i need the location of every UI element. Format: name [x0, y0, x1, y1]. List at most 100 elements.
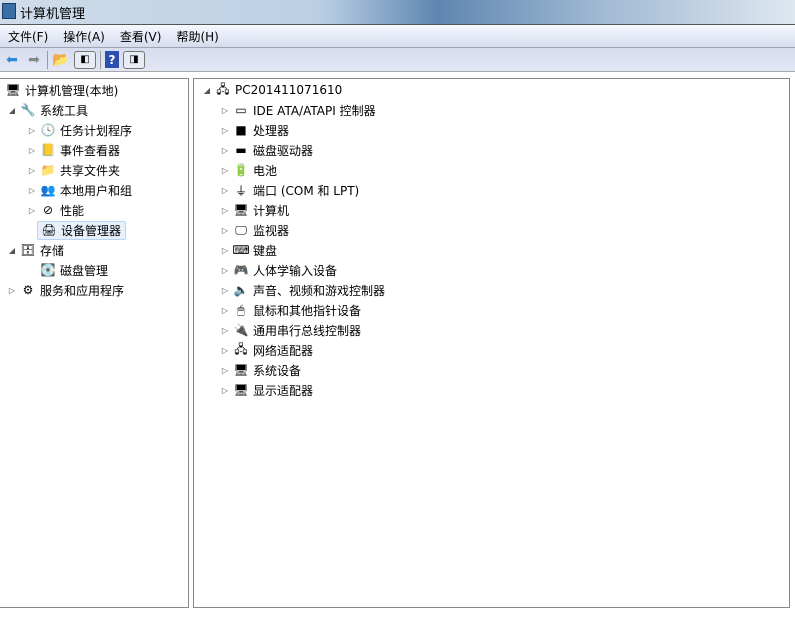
menu-action[interactable]: 操作(A) — [55, 28, 112, 45]
console-tree-item[interactable]: ◢ 🗄 存储 — [7, 240, 64, 260]
console-tree-item[interactable]: ◢ 🔧 系统工具 — [7, 100, 88, 120]
expander-icon[interactable]: ▷ — [220, 246, 230, 255]
tree-item-label: 共享文件夹 — [60, 163, 121, 178]
device-category-label: 监视器 — [253, 223, 290, 238]
expander-icon[interactable]: ▷ — [27, 126, 37, 135]
device-category[interactable]: ▷ 🖥 显示适配器 — [220, 380, 313, 400]
console-tree-item[interactable]: ▷ ⊘ 性能 — [27, 200, 84, 220]
console-tree-item[interactable]: ▷ 👥 本地用户和组 — [27, 180, 132, 200]
device-category[interactable]: ▷ ⌨ 键盘 — [220, 240, 277, 260]
monitor-icon: 🖵 — [235, 222, 247, 237]
window-title: 计算机管理 — [20, 7, 86, 22]
device-category-label: 系统设备 — [253, 363, 302, 378]
menu-help[interactable]: 帮助(H) — [168, 28, 225, 45]
show-hide-action-pane-icon[interactable]: ◨ — [123, 50, 145, 69]
menu-file[interactable]: 文件(F) — [0, 28, 55, 45]
console-tree-item[interactable]: ▷ 🕓 任务计划程序 — [27, 120, 132, 140]
tree-item-label: 存储 — [40, 243, 65, 258]
expander-icon[interactable]: ▷ — [27, 166, 37, 175]
menu-view[interactable]: 查看(V) — [112, 28, 169, 45]
system-device-icon: 🖥 — [233, 363, 249, 377]
device-category[interactable]: ▷ 🖥 系统设备 — [220, 360, 301, 380]
console-tree[interactable]: 🖥 计算机管理(本地) ◢ 🔧 系统工具 ▷ 🕓 任务计划程序 ▷ 📒 事件查看器 ▷ 📁 共享文件夹 ▷ 👥… — [0, 78, 189, 608]
device-category[interactable]: ▷ 🖥 计算机 — [220, 200, 289, 220]
toolbar: ⬅ ➡ 📂 ◧ ? ◨ — [0, 48, 795, 72]
tree-item-label: 性能 — [60, 203, 85, 218]
expander-icon[interactable]: ▷ — [220, 126, 230, 135]
expander-icon[interactable]: ▷ — [220, 186, 230, 195]
console-tree-item[interactable]: 🖨 设备管理器 — [27, 220, 127, 240]
expander-icon[interactable]: ▷ — [220, 306, 230, 315]
device-category[interactable]: ▷ 🔋 电池 — [220, 160, 277, 180]
expander-icon[interactable]: ◢ — [202, 86, 212, 95]
console-tree-item[interactable]: ▷ 📁 共享文件夹 — [27, 160, 120, 180]
tree-item-label: 事件查看器 — [60, 143, 121, 158]
device-category-label: 端口 (COM 和 LPT) — [253, 183, 360, 198]
expander-icon[interactable]: ▷ — [27, 146, 37, 155]
device-category-label: 网络适配器 — [253, 343, 314, 358]
device-category-label: 电池 — [253, 163, 278, 178]
expander-icon[interactable]: ◢ — [7, 106, 17, 115]
device-category[interactable]: ▷ 🎮 人体学输入设备 — [220, 260, 337, 280]
help-icon[interactable]: ? — [105, 51, 119, 68]
device-category[interactable]: ▷ ▭ IDE ATA/ATAPI 控制器 — [220, 100, 376, 120]
app-icon — [2, 3, 16, 19]
tools-icon: 🔧 — [20, 103, 36, 117]
device-category[interactable]: ▷ 🔌 通用串行总线控制器 — [220, 320, 361, 340]
expander-icon[interactable]: ▷ — [220, 166, 230, 175]
expander-icon[interactable]: ▷ — [7, 286, 17, 295]
processor-icon: ■ — [235, 123, 247, 137]
expander-icon[interactable]: ▷ — [220, 326, 230, 335]
battery-icon: 🔋 — [233, 163, 249, 177]
forward-icon[interactable]: ➡ — [25, 51, 43, 69]
hid-icon: 🎮 — [233, 263, 249, 277]
computer-name: PC201411071610 — [235, 83, 343, 97]
expander-icon[interactable]: ◢ — [7, 246, 17, 255]
device-category[interactable]: ▷ 🖵 监视器 — [220, 220, 289, 240]
console-tree-item[interactable]: 🖥 计算机管理(本地) — [2, 80, 118, 100]
computer-root-node[interactable]: ◢ 🖧 PC201411071610 — [202, 80, 342, 100]
tree-item-label: 磁盘管理 — [60, 263, 109, 278]
expander-icon[interactable]: ▷ — [220, 366, 230, 375]
tree-item-label: 计算机管理(本地) — [25, 83, 119, 98]
console-tree-item[interactable]: ▷ 📒 事件查看器 — [27, 140, 120, 160]
expander-icon[interactable]: ▷ — [220, 386, 230, 395]
sound-icon: 🔈 — [233, 283, 249, 297]
display-adapter-icon: 🖥 — [233, 383, 249, 397]
device-category[interactable]: ▷ ⏚ 端口 (COM 和 LPT) — [220, 180, 359, 200]
console-tree-item[interactable]: ▷ ⚙ 服务和应用程序 — [7, 280, 124, 300]
device-category[interactable]: ▷ 🔈 声音、视频和游戏控制器 — [220, 280, 385, 300]
back-icon[interactable]: ⬅ — [3, 51, 21, 69]
computer-management-icon: 🖥 — [5, 83, 21, 97]
device-category[interactable]: ▷ 🖱 鼠标和其他指针设备 — [220, 300, 361, 320]
disk-drive-icon: ▬ — [235, 143, 247, 157]
expander-icon[interactable]: ▷ — [220, 206, 230, 215]
storage-icon: 🗄 — [20, 243, 36, 257]
device-category-label: 通用串行总线控制器 — [253, 323, 362, 338]
up-folder-icon[interactable]: 📂 — [52, 51, 70, 69]
services-icon: ⚙ — [22, 283, 34, 297]
device-category-label: 鼠标和其他指针设备 — [253, 303, 362, 318]
device-category-label: 声音、视频和游戏控制器 — [253, 283, 386, 298]
expander-icon[interactable]: ▷ — [220, 286, 230, 295]
expander-icon[interactable]: ▷ — [220, 346, 230, 355]
expander-icon[interactable]: ▷ — [220, 146, 230, 155]
device-category-label: 显示适配器 — [253, 383, 314, 398]
expander-icon[interactable]: ▷ — [220, 266, 230, 275]
device-category[interactable]: ▷ 🖧 网络适配器 — [220, 340, 313, 360]
device-manager-icon: 🖨 — [41, 223, 57, 237]
console-tree-item[interactable]: 💽 磁盘管理 — [27, 260, 109, 280]
tree-item-label: 本地用户和组 — [60, 183, 133, 198]
tree-item-label: 服务和应用程序 — [40, 283, 125, 298]
device-category[interactable]: ▷ ■ 处理器 — [220, 120, 289, 140]
expander-icon[interactable]: ▷ — [220, 106, 230, 115]
device-tree[interactable]: ◢ 🖧 PC201411071610 ▷ ▭ IDE ATA/ATAPI 控制器 ▷ ■ 处理器… — [193, 78, 790, 608]
title-bar: 计算机管理 — [0, 0, 795, 24]
expander-icon[interactable]: ▷ — [27, 206, 37, 215]
device-category[interactable]: ▷ ▬ 磁盘驱动器 — [220, 140, 313, 160]
show-hide-console-tree-icon[interactable]: ◧ — [74, 50, 96, 69]
network-adapter-icon: 🖧 — [234, 341, 248, 356]
expander-icon[interactable]: ▷ — [220, 226, 230, 235]
expander-icon[interactable]: ▷ — [27, 186, 37, 195]
toolbar-separator — [47, 50, 48, 69]
